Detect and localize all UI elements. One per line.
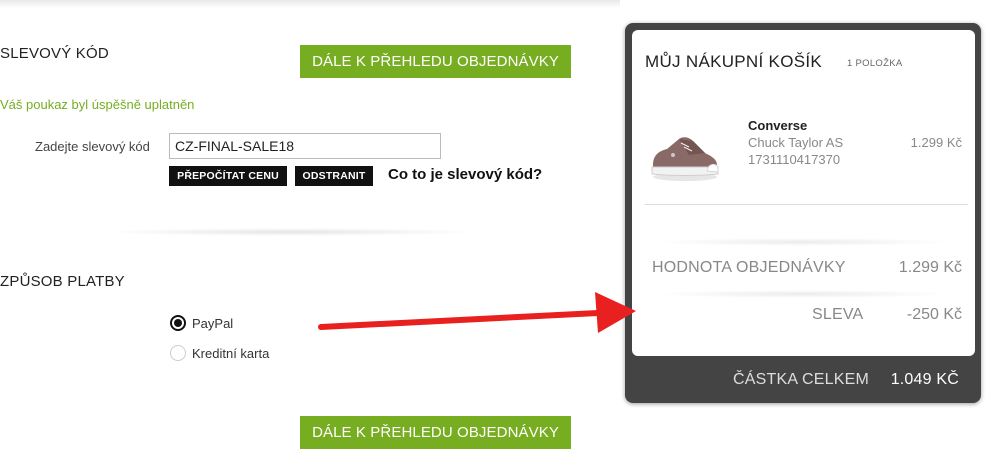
continue-to-review-button-top[interactable]: DÁLE K PŘEHLEDU OBJEDNÁVKY — [300, 45, 571, 78]
discount-section-title: SLEVOVÝ KÓD — [0, 45, 109, 62]
summary-divider — [652, 238, 952, 246]
payment-section-title: ZPŮSOB PLATBY — [0, 273, 125, 290]
top-shadow — [0, 0, 620, 8]
radio-button-unchecked[interactable] — [170, 345, 186, 361]
product-brand: Converse — [748, 118, 808, 133]
cart-item-count: 1 POLOŽKA — [847, 58, 903, 69]
payment-option-label: PayPal — [192, 315, 234, 331]
payment-option-paypal[interactable]: PayPal — [170, 315, 233, 331]
radio-button-checked[interactable] — [170, 315, 186, 331]
continue-to-review-button-bottom[interactable]: DÁLE K PŘEHLEDU OBJEDNÁVKY — [300, 416, 571, 449]
product-sku: 1731110417370 — [748, 152, 841, 167]
discount-code-label: Zadejte slevový kód — [35, 139, 150, 154]
cart-divider — [645, 204, 968, 205]
total-amount-label: ČÁSTKA CELKEM — [733, 371, 869, 388]
cart-content: MŮJ NÁKUPNÍ KOŠÍK 1 POLOŽKA Converse Chu… — [632, 30, 975, 356]
payment-option-label: Kreditní karta — [192, 345, 270, 361]
order-value: 1.299 Kč — [898, 259, 962, 276]
payment-option-credit-card[interactable]: Kreditní karta — [170, 345, 269, 361]
cart-title: MŮJ NÁKUPNÍ KOŠÍK — [645, 52, 823, 71]
discount-code-input[interactable] — [169, 133, 441, 159]
what-is-discount-code-link[interactable]: Co to je slevový kód? — [388, 166, 542, 183]
discount-label: SLEVA — [812, 306, 864, 323]
remove-code-button[interactable]: ODSTRANIT — [295, 166, 373, 186]
product-name: Chuck Taylor AS — [748, 135, 844, 150]
section-divider — [100, 228, 480, 236]
total-amount-value: 1.049 KČ — [890, 371, 959, 388]
shopping-cart-panel: MŮJ NÁKUPNÍ KOŠÍK 1 POLOŽKA Converse Chu… — [625, 23, 981, 403]
product-price: 1.299 Kč — [910, 135, 962, 150]
recalculate-price-button[interactable]: PŘEPOČÍTAT CENU — [169, 166, 287, 186]
voucher-success-message: Váš poukaz byl úspěšně uplatněn — [0, 97, 195, 112]
order-value-label: HODNOTA OBJEDNÁVKY — [652, 259, 846, 276]
summary-divider — [652, 290, 952, 298]
shoe-icon — [651, 137, 719, 181]
discount-value: -250 Kč — [906, 306, 962, 323]
checkout-page: SLEVOVÝ KÓD DÁLE K PŘEHLEDU OBJEDNÁVKY V… — [0, 0, 996, 459]
